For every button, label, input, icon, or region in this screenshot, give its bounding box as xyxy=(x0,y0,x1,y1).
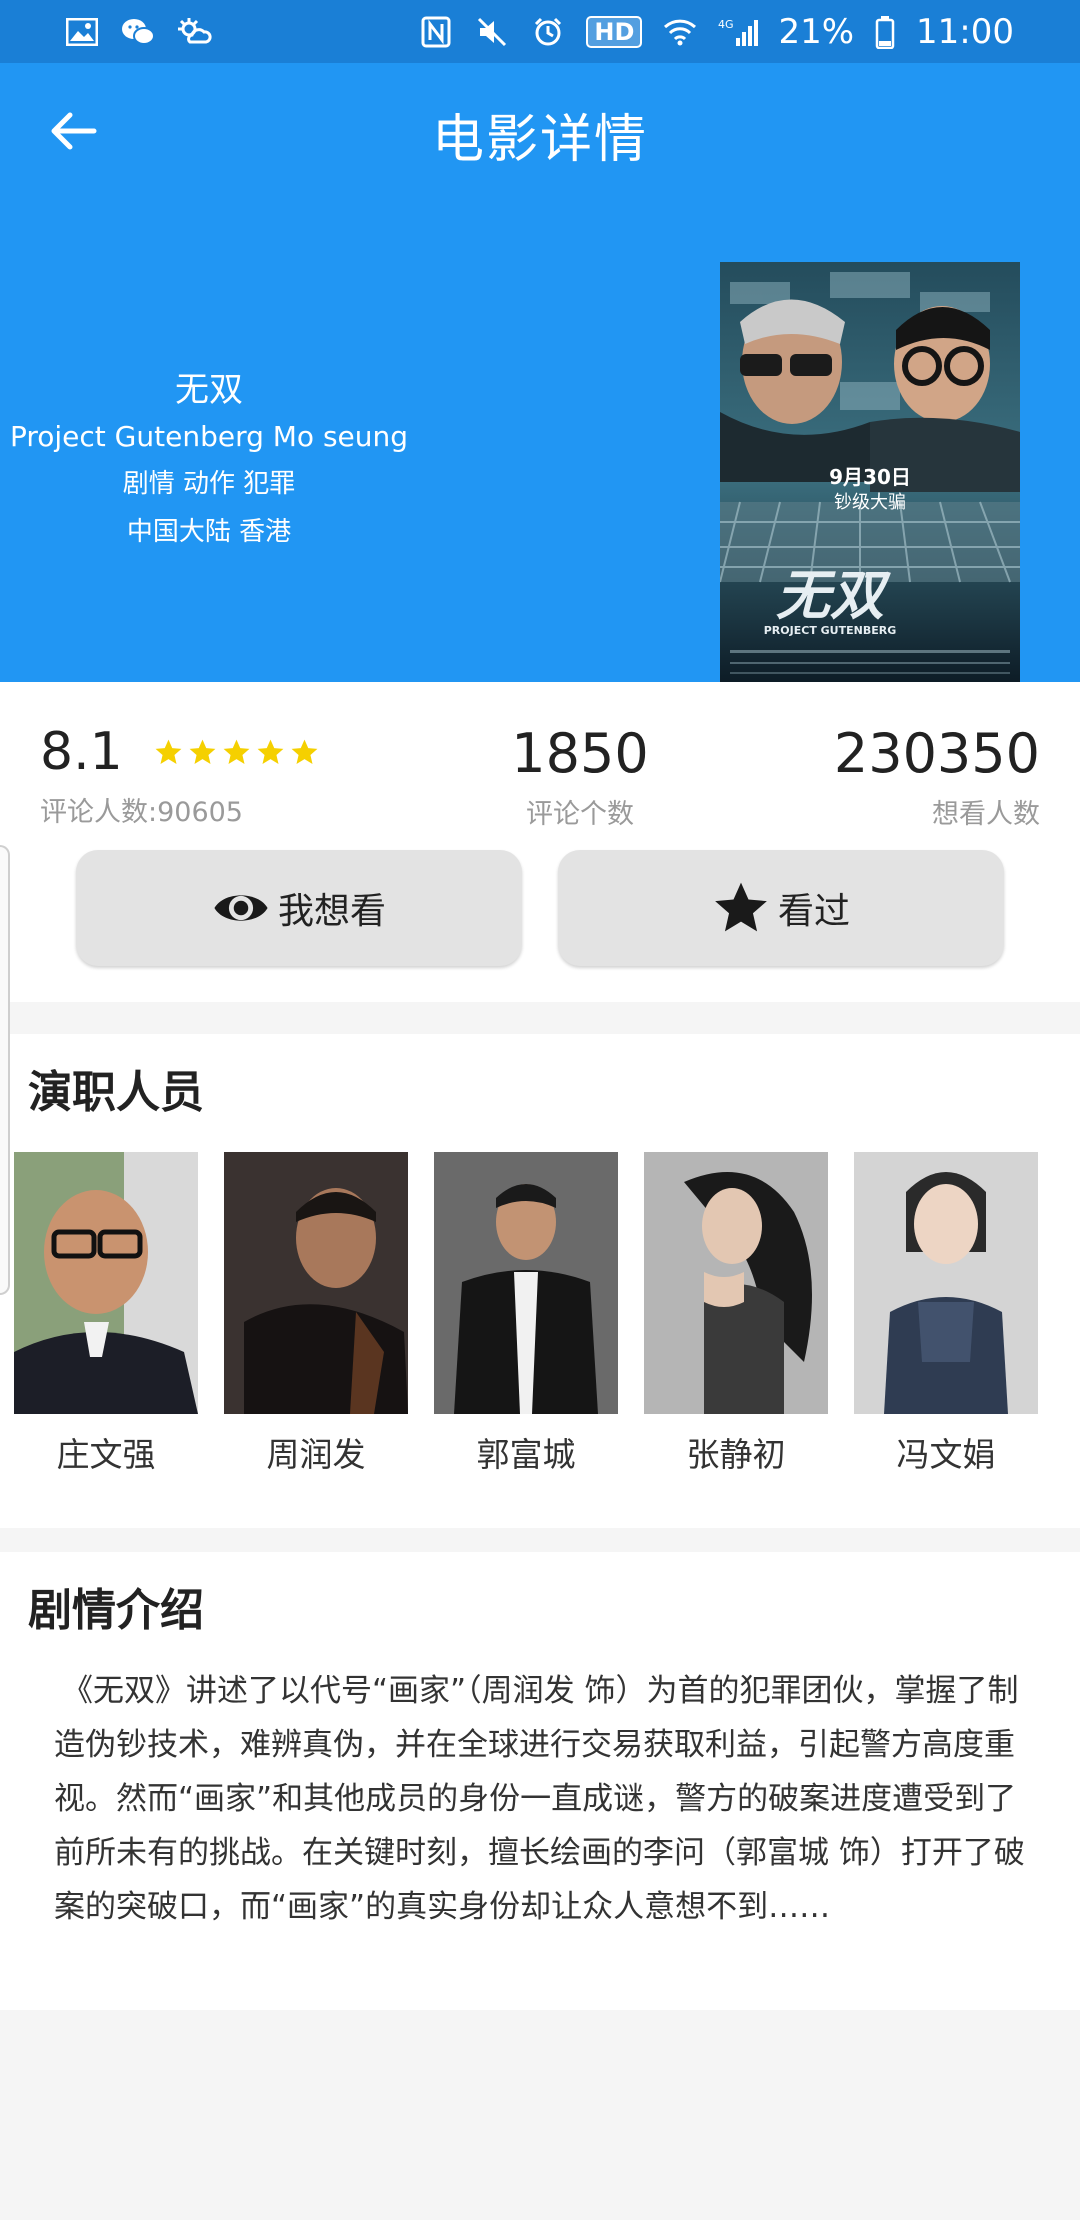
mute-icon xyxy=(474,14,510,50)
want-to-watch-label: 我想看 xyxy=(277,891,386,932)
movie-regions: 中国大陆 香港 xyxy=(126,517,292,547)
plot-section: 剧情介绍 《无双》讲述了以代号“画家”（周润发 饰）为首的犯罪团伙，掌握了制造伪… xyxy=(0,1552,1080,2010)
nfc-icon xyxy=(418,14,454,50)
wechat-icon xyxy=(120,14,156,50)
cast-title: 演职人员 xyxy=(28,1067,204,1118)
want-count: 230350 xyxy=(833,722,1040,785)
cast-member[interactable]: 庄文强 xyxy=(14,1152,198,1476)
cast-name: 周润发 xyxy=(266,1435,366,1474)
cast-member[interactable]: 冯文娟 xyxy=(854,1152,1038,1476)
poster-subtitle: PROJECT GUTENBERG xyxy=(764,624,896,637)
cast-photo xyxy=(434,1152,618,1414)
want-label: 想看人数 xyxy=(932,799,1040,830)
clock: 11:00 xyxy=(916,11,1014,52)
watched-button[interactable]: 看过 xyxy=(558,850,1004,966)
cast-name: 郭富城 xyxy=(476,1435,576,1474)
comments-count: 1850 xyxy=(511,722,649,785)
cast-name: 张静初 xyxy=(686,1435,786,1474)
comments-block: 1850 评论个数 xyxy=(460,724,700,831)
rating-score: 8.1 xyxy=(40,722,123,782)
back-arrow-icon xyxy=(51,112,97,150)
wifi-icon xyxy=(662,14,698,50)
cast-member[interactable]: 周润发 xyxy=(224,1152,408,1476)
comments-label: 评论个数 xyxy=(526,799,634,830)
cast-list[interactable]: 庄文强 周润发 郭富城 张静初 冯文娟 xyxy=(14,1152,1038,1476)
stats-panel: 8.1 评论人数:90605 1850 评论个数 230350 想看人数 我想看… xyxy=(0,682,1080,1002)
watched-label: 看过 xyxy=(777,891,850,932)
battery-icon xyxy=(874,14,896,50)
poster-tagline: 钞级大骗 xyxy=(834,492,906,513)
eye-icon xyxy=(214,895,268,921)
movie-english-title: Project Gutenberg Mo seung xyxy=(9,420,409,453)
alarm-icon xyxy=(530,14,566,50)
page-title: 电影详情 xyxy=(431,110,648,170)
back-button[interactable] xyxy=(46,103,102,159)
poster-art: 9月30日 钞级大骗 无双 PROJECT GUTENBERG xyxy=(720,262,1020,682)
network-label: 4G xyxy=(718,18,734,31)
rating-stars xyxy=(153,737,320,768)
cast-photo xyxy=(224,1152,408,1414)
cast-name: 庄文强 xyxy=(56,1435,156,1474)
movie-genres: 剧情 动作 犯罪 xyxy=(122,469,296,499)
cast-photo xyxy=(644,1152,828,1414)
cast-name: 冯文娟 xyxy=(896,1435,996,1474)
poster-title: 无双 xyxy=(776,564,891,627)
star-icon xyxy=(257,739,284,764)
movie-title: 无双 xyxy=(175,370,243,410)
cast-section: 演职人员 庄文强 周润发 郭富城 张静初 冯文娟 xyxy=(0,1034,1080,1528)
plot-title: 剧情介绍 xyxy=(28,1585,204,1636)
want-to-watch-button[interactable]: 我想看 xyxy=(76,850,522,966)
star-icon xyxy=(291,739,318,764)
cast-photo xyxy=(14,1152,198,1414)
rating-count: 评论人数:90605 xyxy=(40,797,243,828)
status-bar: HD 4G 21% 11:00 xyxy=(0,0,1080,63)
poster-date: 9月30日 xyxy=(829,465,911,489)
movie-header: 无双 Project Gutenberg Mo seung 剧情 动作 犯罪 中… xyxy=(0,206,1080,682)
app-bar: 电影详情 xyxy=(0,63,1080,206)
plot-text: 《无双》讲述了以代号“画家”（周润发 饰）为首的犯罪团伙，掌握了制造伪钞技术，难… xyxy=(54,1673,1025,1925)
status-left xyxy=(64,14,212,50)
cast-photo xyxy=(854,1152,1038,1414)
want-block: 230350 想看人数 xyxy=(834,724,1040,831)
movie-poster[interactable]: 9月30日 钞级大骗 无双 PROJECT GUTENBERG xyxy=(720,262,1020,682)
edge-panel-handle[interactable] xyxy=(0,845,10,1295)
status-right: HD 4G 21% 11:00 xyxy=(418,12,1014,52)
rating-block: 8.1 评论人数:90605 xyxy=(40,722,320,829)
star-icon xyxy=(715,882,767,932)
movie-info: 无双 Project Gutenberg Mo seung 剧情 动作 犯罪 中… xyxy=(0,366,418,556)
weather-icon xyxy=(176,14,212,50)
star-icon xyxy=(223,739,250,764)
signal-icon: 4G xyxy=(718,14,759,50)
star-icon xyxy=(189,739,216,764)
cast-member[interactable]: 张静初 xyxy=(644,1152,828,1476)
hd-badge: HD xyxy=(586,15,643,48)
battery-percent: 21% xyxy=(778,11,855,52)
gallery-icon xyxy=(64,14,100,50)
star-icon xyxy=(155,739,182,764)
cast-member[interactable]: 郭富城 xyxy=(434,1152,618,1476)
